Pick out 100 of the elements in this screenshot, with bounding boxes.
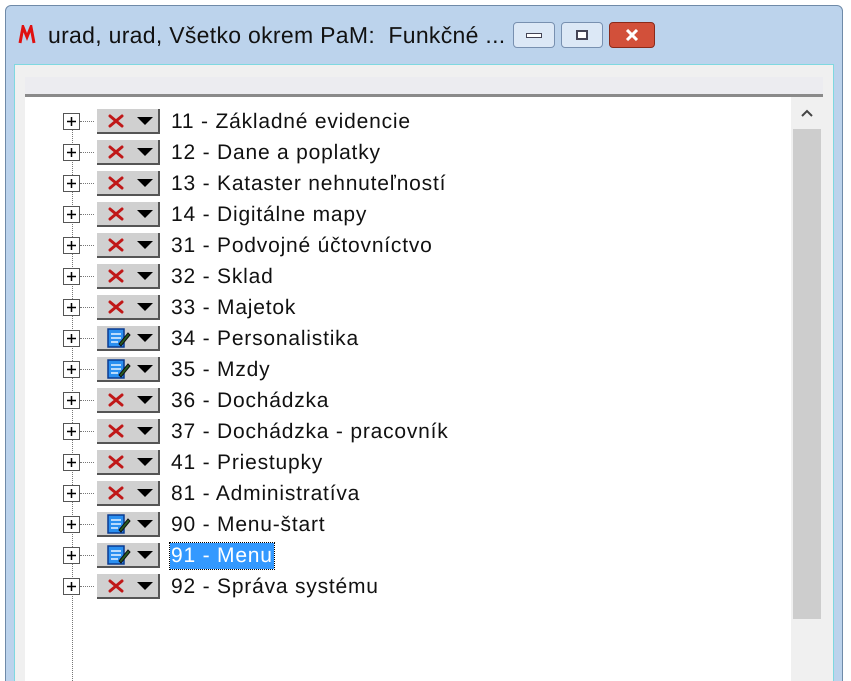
- document-pencil-icon: [107, 326, 131, 348]
- caret-icon: [136, 426, 154, 436]
- tree-item-label[interactable]: 11 - Základné evidencie: [170, 108, 412, 134]
- caret-icon: [136, 488, 154, 498]
- expand-icon[interactable]: [63, 485, 80, 502]
- caret-icon: [136, 240, 154, 250]
- expand-icon[interactable]: [63, 392, 80, 409]
- plus-icon: [66, 395, 77, 406]
- minimize-button[interactable]: [513, 22, 556, 48]
- plus-icon: [66, 302, 77, 313]
- document-pencil-icon: [107, 512, 131, 534]
- scrollbar-thumb[interactable]: [793, 129, 821, 619]
- cross-icon: [107, 422, 125, 438]
- tree-item-label[interactable]: 90 - Menu-štart: [170, 512, 326, 538]
- caret-icon: [136, 332, 154, 342]
- expand-icon[interactable]: [63, 516, 80, 533]
- access-dropdown[interactable]: [97, 512, 160, 537]
- tree-item-label[interactable]: 41 - Priestupky: [170, 450, 324, 476]
- cross-icon: [107, 206, 125, 222]
- document-pencil-icon: [107, 544, 131, 566]
- cross-icon: [107, 236, 125, 252]
- close-button[interactable]: [609, 22, 656, 48]
- expand-icon[interactable]: [63, 268, 80, 285]
- access-dropdown[interactable]: [97, 419, 160, 444]
- caret-icon: [136, 146, 154, 156]
- plus-icon: [66, 116, 77, 127]
- access-dropdown[interactable]: [97, 264, 160, 289]
- expand-icon[interactable]: [63, 547, 80, 564]
- cross-icon: [107, 144, 125, 160]
- cross-icon: [107, 454, 125, 470]
- plus-icon: [66, 209, 77, 220]
- chevron-up-icon: [801, 109, 813, 117]
- document-pencil-icon: [107, 358, 131, 380]
- plus-icon: [66, 333, 77, 344]
- access-dropdown[interactable]: [97, 202, 160, 227]
- caret-icon: [136, 550, 154, 560]
- expand-icon[interactable]: [63, 299, 80, 316]
- caret-icon: [136, 178, 154, 188]
- access-dropdown[interactable]: [97, 481, 160, 506]
- access-dropdown[interactable]: [97, 109, 160, 134]
- tree-item-label[interactable]: 32 - Sklad: [170, 264, 275, 290]
- close-icon: [625, 29, 640, 41]
- window-title: urad, urad, Všetko okrem PaM: Funkčné ...: [48, 20, 506, 50]
- access-dropdown[interactable]: [97, 388, 160, 413]
- plus-icon: [66, 426, 77, 437]
- tree-item-label[interactable]: 31 - Podvojné účtovníctvo: [170, 232, 434, 258]
- restore-button[interactable]: [561, 22, 604, 48]
- app-logo-icon: [18, 25, 36, 45]
- expand-icon[interactable]: [63, 330, 80, 347]
- plus-icon: [66, 519, 77, 530]
- plus-icon: [66, 550, 77, 561]
- expand-icon[interactable]: [63, 423, 80, 440]
- expand-icon[interactable]: [63, 454, 80, 471]
- tree-item-label[interactable]: 35 - Mzdy: [170, 356, 272, 382]
- tree-item-label[interactable]: 33 - Majetok: [170, 294, 298, 320]
- tree-item-label[interactable]: 81 - Administratíva: [170, 480, 362, 506]
- tree-item-label[interactable]: 14 - Digitálne mapy: [170, 202, 368, 228]
- plus-icon: [66, 488, 77, 499]
- expand-icon[interactable]: [63, 144, 80, 161]
- caret-icon: [136, 394, 154, 404]
- scrollbar[interactable]: [791, 97, 823, 681]
- access-dropdown[interactable]: [97, 140, 160, 165]
- tree-item-label[interactable]: 36 - Dochádzka: [170, 388, 330, 414]
- caret-icon: [136, 580, 154, 590]
- expand-icon[interactable]: [63, 361, 80, 378]
- access-dropdown[interactable]: [97, 450, 160, 475]
- expand-icon[interactable]: [63, 206, 80, 223]
- access-dropdown[interactable]: [97, 233, 160, 258]
- access-dropdown[interactable]: [97, 574, 160, 599]
- expand-icon[interactable]: [63, 578, 80, 595]
- caret-icon: [136, 116, 154, 126]
- expand-icon[interactable]: [63, 175, 80, 192]
- access-dropdown[interactable]: [97, 171, 160, 196]
- cross-icon: [107, 268, 125, 284]
- cross-icon: [107, 298, 125, 314]
- cross-icon: [107, 578, 125, 594]
- caret-icon: [136, 208, 154, 218]
- plus-icon: [66, 457, 77, 468]
- plus-icon: [66, 364, 77, 375]
- plus-icon: [66, 581, 77, 592]
- tree-item-label[interactable]: 12 - Dane a poplatky: [170, 140, 382, 166]
- caret-icon: [136, 364, 154, 374]
- caret-icon: [136, 456, 154, 466]
- plus-icon: [66, 240, 77, 251]
- tree-item-label[interactable]: 34 - Personalistika: [170, 326, 360, 352]
- plus-icon: [66, 271, 77, 282]
- caret-icon: [136, 518, 154, 528]
- expand-icon[interactable]: [63, 113, 80, 130]
- plus-icon: [66, 178, 77, 189]
- tree-item-label[interactable]: 13 - Kataster nehnuteľností: [170, 170, 448, 196]
- access-dropdown[interactable]: [97, 543, 160, 568]
- expand-icon[interactable]: [63, 237, 80, 254]
- tree-item-label[interactable]: 92 - Správa systému: [170, 574, 380, 600]
- tree-item-label[interactable]: 37 - Dochádzka - pracovník: [170, 418, 450, 444]
- access-dropdown[interactable]: [97, 357, 160, 382]
- access-dropdown[interactable]: [97, 326, 160, 351]
- access-dropdown[interactable]: [97, 295, 160, 320]
- cross-icon: [107, 484, 125, 500]
- caret-icon: [136, 270, 154, 280]
- cross-icon: [107, 112, 125, 128]
